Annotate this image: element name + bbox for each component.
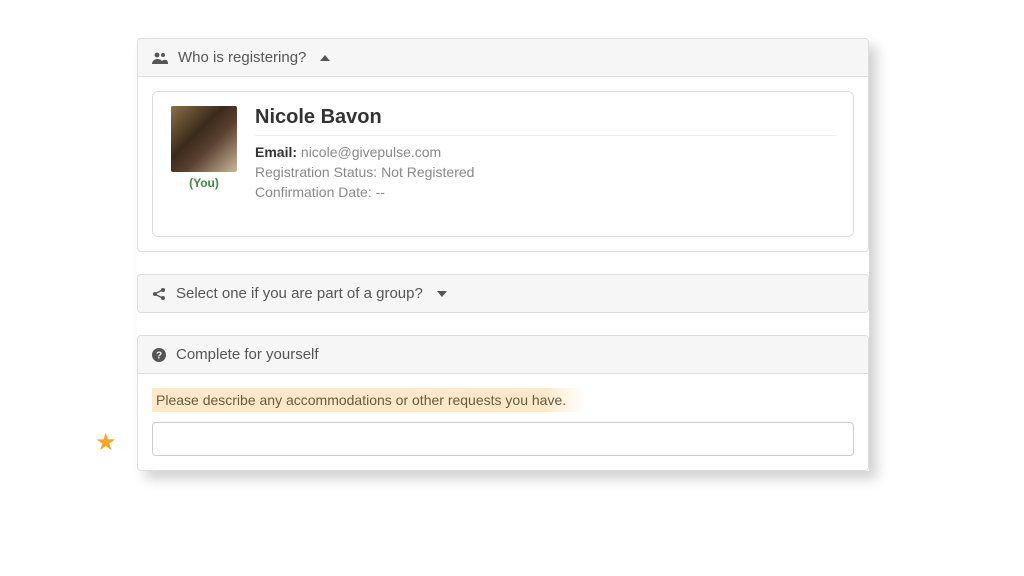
panel-body-yourself: Please describe any accommodations or ot… [138,374,868,470]
question-circle-icon: ? [152,348,166,362]
accommodations-input[interactable] [152,422,854,456]
avatar-column: (You) [169,106,239,204]
svg-text:?: ? [156,350,162,361]
email-line: Email: nicole@givepulse.com [255,144,837,160]
user-card: (You) Nicole Bavon Email: nicole@givepul… [152,91,854,237]
user-info: Nicole Bavon Email: nicole@givepulse.com… [255,106,837,204]
email-value: nicole@givepulse.com [301,144,441,160]
confirm-date-label: Confirmation Date: [255,184,372,200]
reg-status-value: Not Registered [381,164,474,180]
confirm-date-value: -- [376,184,385,200]
caret-down-icon [437,291,447,297]
panel-who-registering: Who is registering? (You) Nicole Bavon E… [137,38,869,252]
panel-header-yourself[interactable]: ? Complete for yourself [138,336,868,374]
user-name: Nicole Bavon [255,106,837,136]
share-icon [152,287,166,301]
accommodations-prompt: Please describe any accommodations or ot… [152,388,586,412]
caret-up-icon [320,55,330,61]
email-label: Email: [255,144,297,160]
confirm-date-line: Confirmation Date: -- [255,184,837,200]
panel-header-group[interactable]: Select one if you are part of a group? [138,275,868,312]
panel-title-who: Who is registering? [178,49,306,66]
users-icon [152,51,168,65]
reg-status-line: Registration Status: Not Registered [255,164,837,180]
panel-title-yourself: Complete for yourself [176,346,319,363]
you-label: (You) [189,176,219,190]
reg-status-label: Registration Status: [255,164,377,180]
panel-yourself: ? Complete for yourself Please describe … [137,335,869,471]
panel-header-who[interactable]: Who is registering? [138,39,868,77]
registration-form: Who is registering? (You) Nicole Bavon E… [137,38,869,471]
panel-title-group: Select one if you are part of a group? [176,285,423,302]
panel-group: Select one if you are part of a group? [137,274,869,313]
avatar [171,106,237,172]
panel-body-who: (You) Nicole Bavon Email: nicole@givepul… [138,77,868,251]
star-icon: ★ [95,428,117,457]
